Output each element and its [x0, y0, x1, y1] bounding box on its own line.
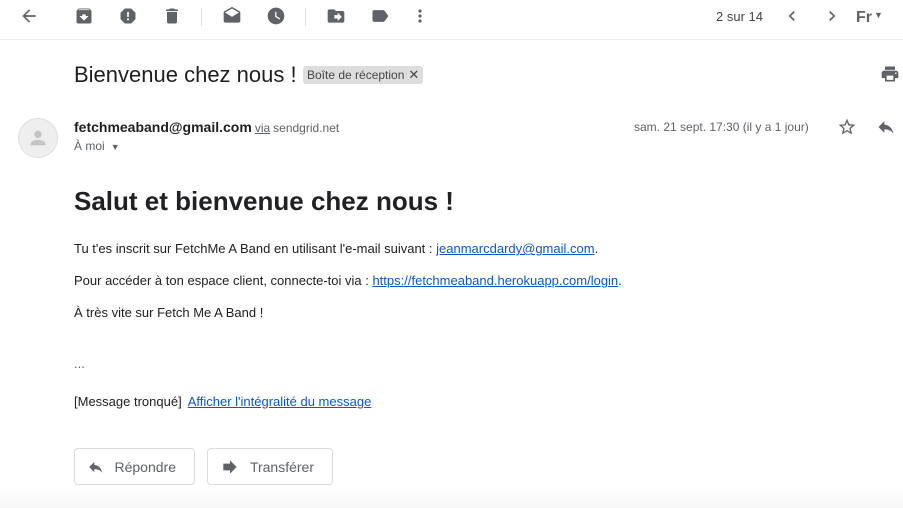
- toolbar: 2 sur 14 Fr ▼: [0, 0, 903, 40]
- forward-button-label: Transférer: [249, 458, 314, 475]
- star-icon[interactable]: [837, 117, 859, 139]
- bottom-fade: [0, 488, 903, 508]
- caret-down-icon: ▼: [874, 10, 883, 20]
- label-icon[interactable]: [368, 4, 392, 28]
- chevron-left-icon[interactable]: [780, 4, 804, 28]
- email-link[interactable]: jeanmarcdardy@gmail.com: [436, 241, 594, 256]
- sender-line: fetchmeaband@gmail.com via sendgrid.net: [74, 119, 339, 135]
- more-vert-icon[interactable]: [408, 4, 432, 28]
- login-link[interactable]: https://fetchmeaband.herokuapp.com/login: [372, 273, 618, 288]
- toolbar-separator: [305, 8, 306, 26]
- recipients-dropdown[interactable]: À moi ▼: [74, 139, 120, 153]
- reply-icon: [89, 461, 103, 473]
- back-arrow-icon[interactable]: [17, 4, 41, 28]
- move-to-icon[interactable]: [324, 4, 348, 28]
- truncated-text: [Message tronqué]: [74, 394, 182, 409]
- language-label: Fr: [856, 9, 872, 26]
- p2-text: Pour accéder à ton espace client, connec…: [74, 273, 373, 288]
- reply-button[interactable]: Répondre: [74, 448, 195, 485]
- body-paragraph-login: Pour accéder à ton espace client, connec…: [74, 273, 622, 288]
- caret-down-icon: ▼: [110, 142, 120, 152]
- person-icon: [30, 130, 46, 146]
- p2-end: .: [618, 273, 622, 288]
- forward-button[interactable]: Transférer: [207, 448, 333, 485]
- delete-icon[interactable]: [160, 4, 184, 28]
- input-language-button[interactable]: Fr ▼: [856, 6, 896, 30]
- recipients-label: À moi: [74, 139, 105, 153]
- body-heading: Salut et bienvenue chez nous !: [74, 186, 454, 216]
- label-chip-text: Boîte de réception: [307, 68, 405, 82]
- body-paragraph-closing: À très vite sur Fetch Me A Band !: [74, 305, 264, 320]
- chevron-right-icon[interactable]: [820, 4, 844, 28]
- email-date: sam. 21 sept. 17:30 (il y a 1 jour): [634, 120, 809, 134]
- p1-text: Tu t'es inscrit sur FetchMe A Band en ut…: [74, 241, 437, 256]
- via-link[interactable]: via: [255, 121, 270, 135]
- truncated-notice: [Message tronqué] Afficher l'intégralité …: [74, 394, 371, 409]
- body-paragraph-email: Tu t'es inscrit sur FetchMe A Band en ut…: [74, 241, 598, 256]
- sender-email[interactable]: fetchmeaband@gmail.com: [74, 119, 252, 135]
- snooze-icon[interactable]: [264, 4, 288, 28]
- print-icon[interactable]: [880, 64, 902, 86]
- trimmed-content-ellipsis[interactable]: ...: [74, 356, 85, 371]
- p1-end: .: [594, 241, 599, 256]
- remove-label-icon[interactable]: ✕: [408, 67, 419, 83]
- show-full-message-link[interactable]: Afficher l'intégralité du message: [188, 394, 372, 409]
- mark-unread-icon[interactable]: [220, 4, 244, 28]
- toolbar-separator: [201, 8, 202, 26]
- email-subject: Bienvenue chez nous !: [74, 62, 297, 87]
- forward-icon: [223, 459, 237, 474]
- via-domain: sendgrid.net: [273, 121, 340, 135]
- avatar: [18, 118, 58, 158]
- pager-count: 2 sur 14: [716, 9, 763, 24]
- report-spam-icon[interactable]: [116, 4, 140, 28]
- reply-icon[interactable]: [876, 117, 898, 139]
- archive-icon[interactable]: [72, 4, 96, 28]
- inbox-label-chip[interactable]: Boîte de réception ✕: [303, 66, 424, 84]
- reply-button-label: Répondre: [114, 458, 177, 475]
